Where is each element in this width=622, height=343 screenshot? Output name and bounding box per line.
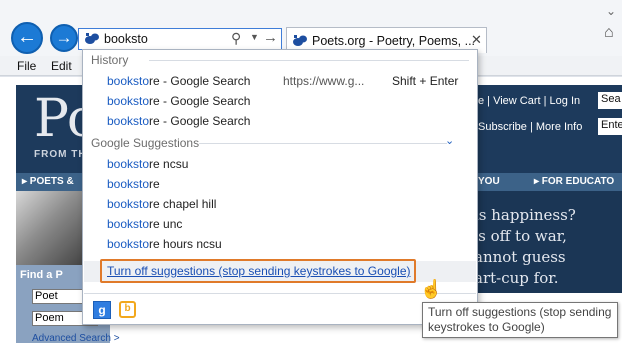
completion-text: re - Google Search — [149, 74, 251, 88]
menu-edit[interactable]: Edit — [51, 59, 72, 73]
site-search-input[interactable]: Sea — [598, 92, 622, 109]
advanced-search-link[interactable]: Advanced Search > — [32, 333, 120, 343]
tooltip-line: Turn off suggestions (stop sending — [428, 305, 612, 319]
tooltip: Turn off suggestions (stop sending keyst… — [422, 302, 618, 338]
chevron-down-icon[interactable]: ▼ — [250, 32, 259, 42]
callout-highlight — [100, 259, 416, 283]
nav-for-educators[interactable]: ▸ FOR EDUCATO — [534, 176, 614, 187]
completion-text: re - Google Search — [149, 94, 251, 108]
suggestion-item[interactable]: bookstore — [107, 177, 160, 191]
divider — [149, 60, 469, 61]
window-control-icon[interactable]: ⌄ — [606, 4, 616, 18]
suggestion-item[interactable]: bookstore hours ncsu — [107, 237, 222, 251]
typed-text: booksto — [107, 74, 150, 88]
completion-text: re unc — [149, 217, 183, 231]
address-suggestions-dropdown: History bookstore - Google Search https:… — [82, 49, 478, 325]
site-favicon-icon — [293, 35, 307, 46]
typed-text: booksto — [107, 197, 150, 211]
tab-title: Poets.org - Poetry, Poems, ... — [312, 34, 476, 48]
typed-text: booksto — [107, 217, 150, 231]
divider — [199, 143, 447, 144]
history-item[interactable]: bookstore - Google Search — [107, 114, 250, 128]
nav-for-you[interactable]: YOU — [478, 176, 500, 187]
address-bar[interactable]: booksto ⚲ ▼ → — [78, 28, 282, 50]
hand-cursor-icon: ☝ — [420, 279, 443, 299]
divider — [84, 293, 476, 294]
forward-button[interactable]: → — [50, 24, 78, 52]
bing-icon[interactable]: b — [119, 301, 136, 318]
collapse-chevron-icon[interactable]: ⌄ — [445, 134, 454, 147]
history-item[interactable]: bookstore - Google Search — [107, 94, 250, 108]
history-url: https://www.g... — [283, 74, 365, 88]
forward-arrow-icon: → — [55, 28, 73, 47]
suggestion-item[interactable]: bookstore chapel hill — [107, 197, 216, 211]
typed-text: booksto — [107, 177, 150, 191]
completion-text: re chapel hill — [149, 197, 217, 211]
history-section-label: History — [91, 53, 129, 67]
suggestion-item[interactable]: bookstore ncsu — [107, 157, 188, 171]
completion-text: re - Google Search — [149, 114, 251, 128]
header-account-links[interactable]: e | View Cart | Log In — [478, 95, 580, 107]
typed-text: booksto — [107, 157, 150, 171]
featured-quote: is happiness? 's off to war, annot guess… — [474, 206, 576, 287]
keyboard-shortcut: Shift + Enter — [392, 74, 459, 88]
go-arrow-icon[interactable]: → — [263, 29, 278, 46]
quote-panel: is happiness? 's off to war, annot guess… — [474, 191, 622, 293]
completion-text: re hours ncsu — [149, 237, 222, 251]
google-suggestions-label: Google Suggestions — [91, 136, 200, 150]
google-icon[interactable]: g — [93, 301, 111, 319]
site-favicon-icon — [85, 33, 99, 44]
find-title: Find a P — [20, 269, 63, 281]
close-icon[interactable]: ✕ — [471, 32, 482, 48]
header-subscribe-links[interactable]: Subscribe | More Info — [478, 121, 582, 133]
completion-text: re ncsu — [149, 157, 189, 171]
typed-text: booksto — [107, 114, 150, 128]
typed-text: booksto — [107, 94, 150, 108]
menu-file[interactable]: File — [17, 59, 36, 73]
home-icon[interactable]: ⌂ — [604, 24, 614, 42]
back-arrow-icon: ← — [17, 26, 37, 48]
history-item[interactable]: bookstore - Google Search — [107, 74, 250, 88]
typed-text: booksto — [107, 237, 150, 251]
suggestion-item[interactable]: bookstore unc — [107, 217, 182, 231]
site-tagline: FROM TH — [34, 149, 87, 160]
back-button[interactable]: ← — [11, 22, 43, 54]
completion-text: re — [149, 177, 160, 191]
nav-poets[interactable]: ▸ POETS & — [22, 176, 74, 187]
address-input[interactable]: booksto — [104, 32, 148, 46]
tooltip-line: keystrokes to Google) — [428, 320, 545, 334]
browser-toolbar: ⌄ ← → booksto ⚲ ▼ → Poets.org - Poetry, … — [0, 0, 622, 56]
search-icon[interactable]: ⚲ — [231, 30, 241, 47]
site-email-input[interactable]: Ente — [598, 118, 622, 135]
